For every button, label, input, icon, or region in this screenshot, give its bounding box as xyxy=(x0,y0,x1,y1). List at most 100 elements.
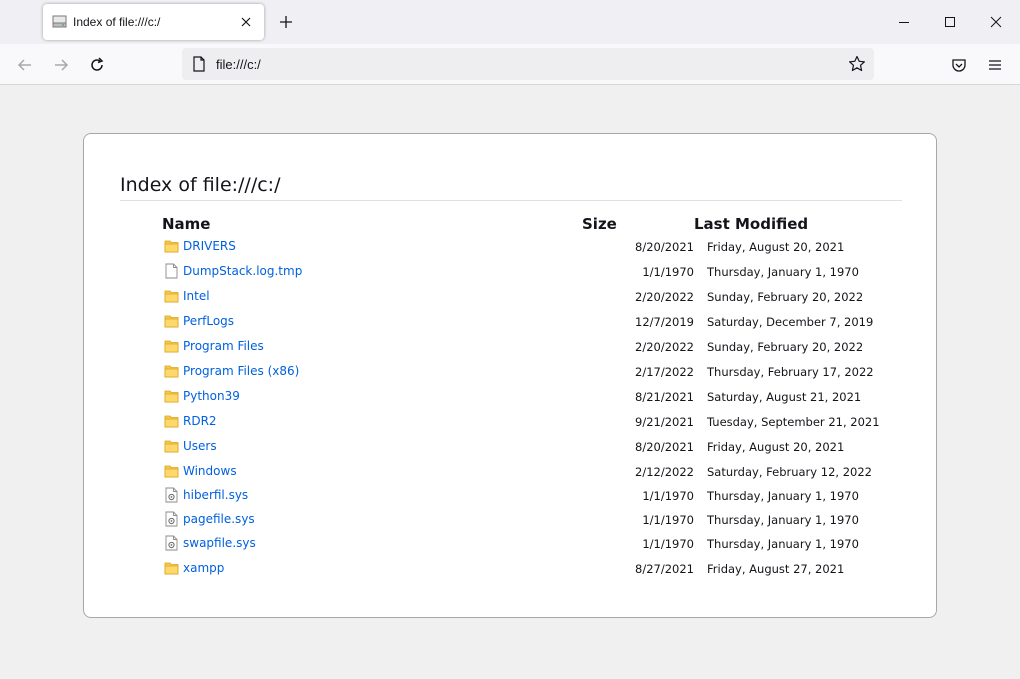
forward-arrow-icon xyxy=(55,59,69,71)
forward-button[interactable] xyxy=(48,52,74,78)
entry-long-date: Sunday, February 20, 2022 xyxy=(707,290,864,304)
table-row: RDR2 9/21/2021 Tuesday, September 21, 2021 xyxy=(84,411,938,431)
url-text[interactable]: file:///c:/ xyxy=(216,57,261,72)
entry-long-date: Thursday, January 1, 1970 xyxy=(707,265,859,279)
entry-date: 1/1/1970 xyxy=(642,537,694,551)
close-icon xyxy=(990,16,1002,28)
folder-icon xyxy=(164,338,179,354)
table-row: Intel 2/20/2022 Sunday, February 20, 2022 xyxy=(84,286,938,306)
maximize-button[interactable] xyxy=(937,10,963,34)
entry-date: 9/21/2021 xyxy=(635,415,694,429)
table-row: Windows 2/12/2022 Saturday, February 12, 2… xyxy=(84,461,938,481)
entry-link[interactable]: pagefile.sys xyxy=(183,512,255,526)
folder-icon xyxy=(164,560,179,576)
maximize-icon xyxy=(945,17,955,27)
folder-icon xyxy=(164,388,179,404)
table-row: xampp 8/27/2021 Friday, August 27, 2021 xyxy=(84,558,938,578)
back-button[interactable] xyxy=(12,52,38,78)
star-icon[interactable] xyxy=(848,55,866,73)
minimize-icon xyxy=(899,22,909,23)
page-icon xyxy=(193,56,205,72)
table-row: Python39 8/21/2021 Saturday, August 21, 20… xyxy=(84,386,938,406)
entry-long-date: Friday, August 20, 2021 xyxy=(707,440,845,454)
entry-date: 1/1/1970 xyxy=(642,513,694,527)
directory-listing-card: Index of file:///c:/ Name Size Last Modi… xyxy=(83,133,937,618)
page-title: Index of file:///c:/ xyxy=(120,174,902,201)
system-file-icon xyxy=(164,487,179,503)
entry-date: 2/20/2022 xyxy=(635,290,694,304)
entry-date: 2/20/2022 xyxy=(635,340,694,354)
minimize-button[interactable] xyxy=(891,10,917,34)
table-row: DRIVERS 8/20/2021 Friday, August 20, 2021 xyxy=(84,236,938,256)
window-close-button[interactable] xyxy=(983,10,1009,34)
entry-date: 12/7/2019 xyxy=(635,315,694,329)
entry-long-date: Saturday, February 12, 2022 xyxy=(707,465,872,479)
file-icon xyxy=(164,263,179,279)
table-row: Program Files (x86) 2/17/2022 Thursday, Fe… xyxy=(84,361,938,381)
system-file-icon xyxy=(164,535,179,551)
active-tab[interactable]: Index of file:///c:/ xyxy=(43,4,264,40)
entry-long-date: Sunday, February 20, 2022 xyxy=(707,340,864,354)
tab-strip: Index of file:///c:/ xyxy=(0,0,1020,44)
hamburger-icon xyxy=(989,60,1001,70)
entry-link[interactable]: swapfile.sys xyxy=(183,536,256,550)
tab-title: Index of file:///c:/ xyxy=(73,15,161,29)
menu-button[interactable] xyxy=(982,52,1008,78)
folder-icon xyxy=(164,463,179,479)
entry-date: 8/27/2021 xyxy=(635,562,694,576)
url-bar[interactable]: file:///c:/ xyxy=(182,48,874,80)
pocket-icon xyxy=(952,59,966,72)
page-content: Index of file:///c:/ Name Size Last Modi… xyxy=(0,85,1020,679)
table-row: hiberfil.sys 1/1/1970 Thursday, January 1,… xyxy=(84,485,938,505)
entry-date: 8/20/2021 xyxy=(635,440,694,454)
entry-link[interactable]: RDR2 xyxy=(183,414,217,428)
entry-long-date: Friday, August 20, 2021 xyxy=(707,240,845,254)
reload-icon xyxy=(91,57,104,71)
entry-date: 2/17/2022 xyxy=(635,365,694,379)
plus-icon xyxy=(280,16,292,28)
folder-icon xyxy=(164,313,179,329)
entry-link[interactable]: Program Files (x86) xyxy=(183,364,299,378)
entry-link[interactable]: Intel xyxy=(183,289,210,303)
entry-date: 1/1/1970 xyxy=(642,265,694,279)
entry-link[interactable]: Windows xyxy=(183,464,237,478)
folder-icon xyxy=(164,288,179,304)
entry-link[interactable]: Users xyxy=(183,439,217,453)
navigation-toolbar: file:///c:/ xyxy=(0,44,1020,85)
table-row: DumpStack.log.tmp 1/1/1970 Thursday, Janua… xyxy=(84,261,938,281)
entry-link[interactable]: Python39 xyxy=(183,389,240,403)
entry-link[interactable]: hiberfil.sys xyxy=(183,488,248,502)
entry-long-date: Friday, August 27, 2021 xyxy=(707,562,845,576)
table-row: PerfLogs 12/7/2019 Saturday, December 7, 2… xyxy=(84,311,938,331)
entry-long-date: Saturday, December 7, 2019 xyxy=(707,315,874,329)
entry-long-date: Thursday, January 1, 1970 xyxy=(707,489,859,503)
column-header-name[interactable]: Name xyxy=(162,215,210,233)
reload-button[interactable] xyxy=(84,52,110,78)
entry-link[interactable]: DumpStack.log.tmp xyxy=(183,264,302,278)
pocket-button[interactable] xyxy=(946,52,972,78)
entry-link[interactable]: DRIVERS xyxy=(183,239,236,253)
column-header-size[interactable]: Size xyxy=(582,215,617,233)
folder-icon xyxy=(164,413,179,429)
entry-date: 8/20/2021 xyxy=(635,240,694,254)
folder-icon xyxy=(164,363,179,379)
folder-icon xyxy=(164,238,179,254)
entry-long-date: Thursday, January 1, 1970 xyxy=(707,513,859,527)
table-row: pagefile.sys 1/1/1970 Thursday, January 1,… xyxy=(84,509,938,529)
entry-long-date: Thursday, February 17, 2022 xyxy=(707,365,874,379)
close-icon[interactable] xyxy=(236,12,256,32)
entry-date: 8/21/2021 xyxy=(635,390,694,404)
entry-long-date: Tuesday, September 21, 2021 xyxy=(707,415,880,429)
folder-icon xyxy=(164,438,179,454)
back-arrow-icon xyxy=(17,59,31,71)
entry-date: 1/1/1970 xyxy=(642,489,694,503)
new-tab-button[interactable] xyxy=(274,10,298,34)
entry-long-date: Thursday, January 1, 1970 xyxy=(707,537,859,551)
entry-link[interactable]: PerfLogs xyxy=(183,314,234,328)
entry-link[interactable]: Program Files xyxy=(183,339,264,353)
entry-link[interactable]: xampp xyxy=(183,561,224,575)
column-header-last-modified[interactable]: Last Modified xyxy=(694,215,808,233)
table-row: swapfile.sys 1/1/1970 Thursday, January 1,… xyxy=(84,533,938,553)
table-row: Users 8/20/2021 Friday, August 20, 2021 xyxy=(84,436,938,456)
entry-date: 2/12/2022 xyxy=(635,465,694,479)
